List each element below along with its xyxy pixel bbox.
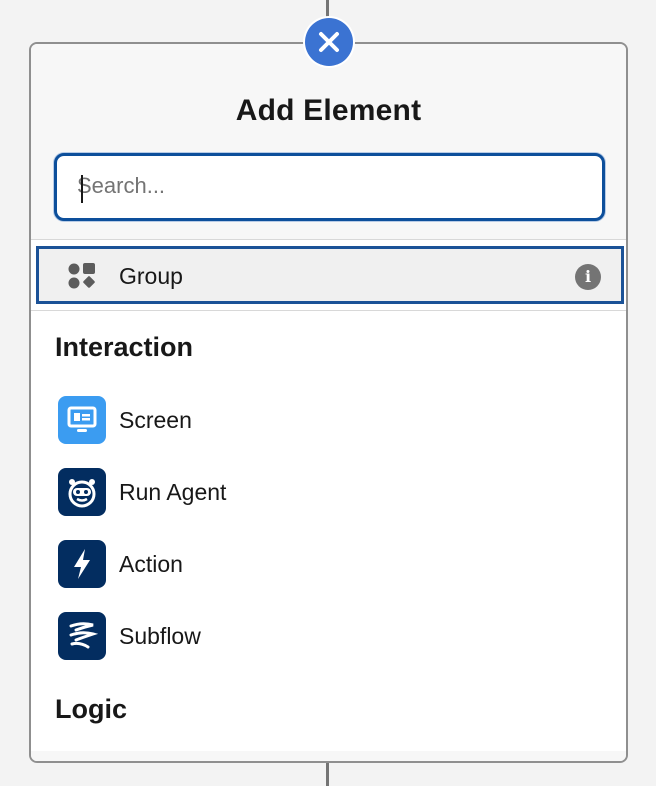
info-icon[interactable]: i: [575, 264, 601, 290]
panel-header: Add Element: [31, 44, 626, 240]
group-item[interactable]: Group i: [36, 246, 624, 304]
search-box[interactable]: [54, 153, 605, 221]
menu-item-label: Screen: [119, 407, 192, 433]
lightning-icon: [58, 540, 106, 588]
connector-line-top: [326, 0, 329, 20]
search-input[interactable]: [77, 166, 577, 206]
screen-icon: [58, 396, 106, 444]
menu-item-run-agent[interactable]: Run Agent: [31, 460, 626, 524]
menu-item-label: Run Agent: [119, 479, 227, 505]
group-item-label: Group: [119, 263, 183, 289]
add-element-panel: Add Element Group i Interaction Scre: [29, 42, 628, 763]
text-caret: [81, 175, 83, 203]
panel-title: Add Element: [235, 94, 422, 127]
group-shapes-icon: [68, 263, 95, 289]
menu-item-subflow[interactable]: Subflow: [31, 604, 626, 668]
close-icon: [319, 32, 339, 52]
panel-footer: [31, 751, 626, 761]
menu-item-label: Action: [119, 551, 183, 577]
menu-item-label: Subflow: [119, 623, 201, 649]
section-heading-interaction: Interaction: [55, 332, 194, 362]
menu-item-screen[interactable]: Screen: [31, 388, 626, 452]
divider: [31, 310, 626, 311]
menu-item-action[interactable]: Action: [31, 532, 626, 596]
subflow-icon: [58, 612, 106, 660]
agent-icon: [58, 468, 106, 516]
section-heading-logic: Logic: [55, 694, 127, 724]
close-button[interactable]: [305, 18, 353, 66]
connector-line-bottom: [326, 760, 329, 786]
